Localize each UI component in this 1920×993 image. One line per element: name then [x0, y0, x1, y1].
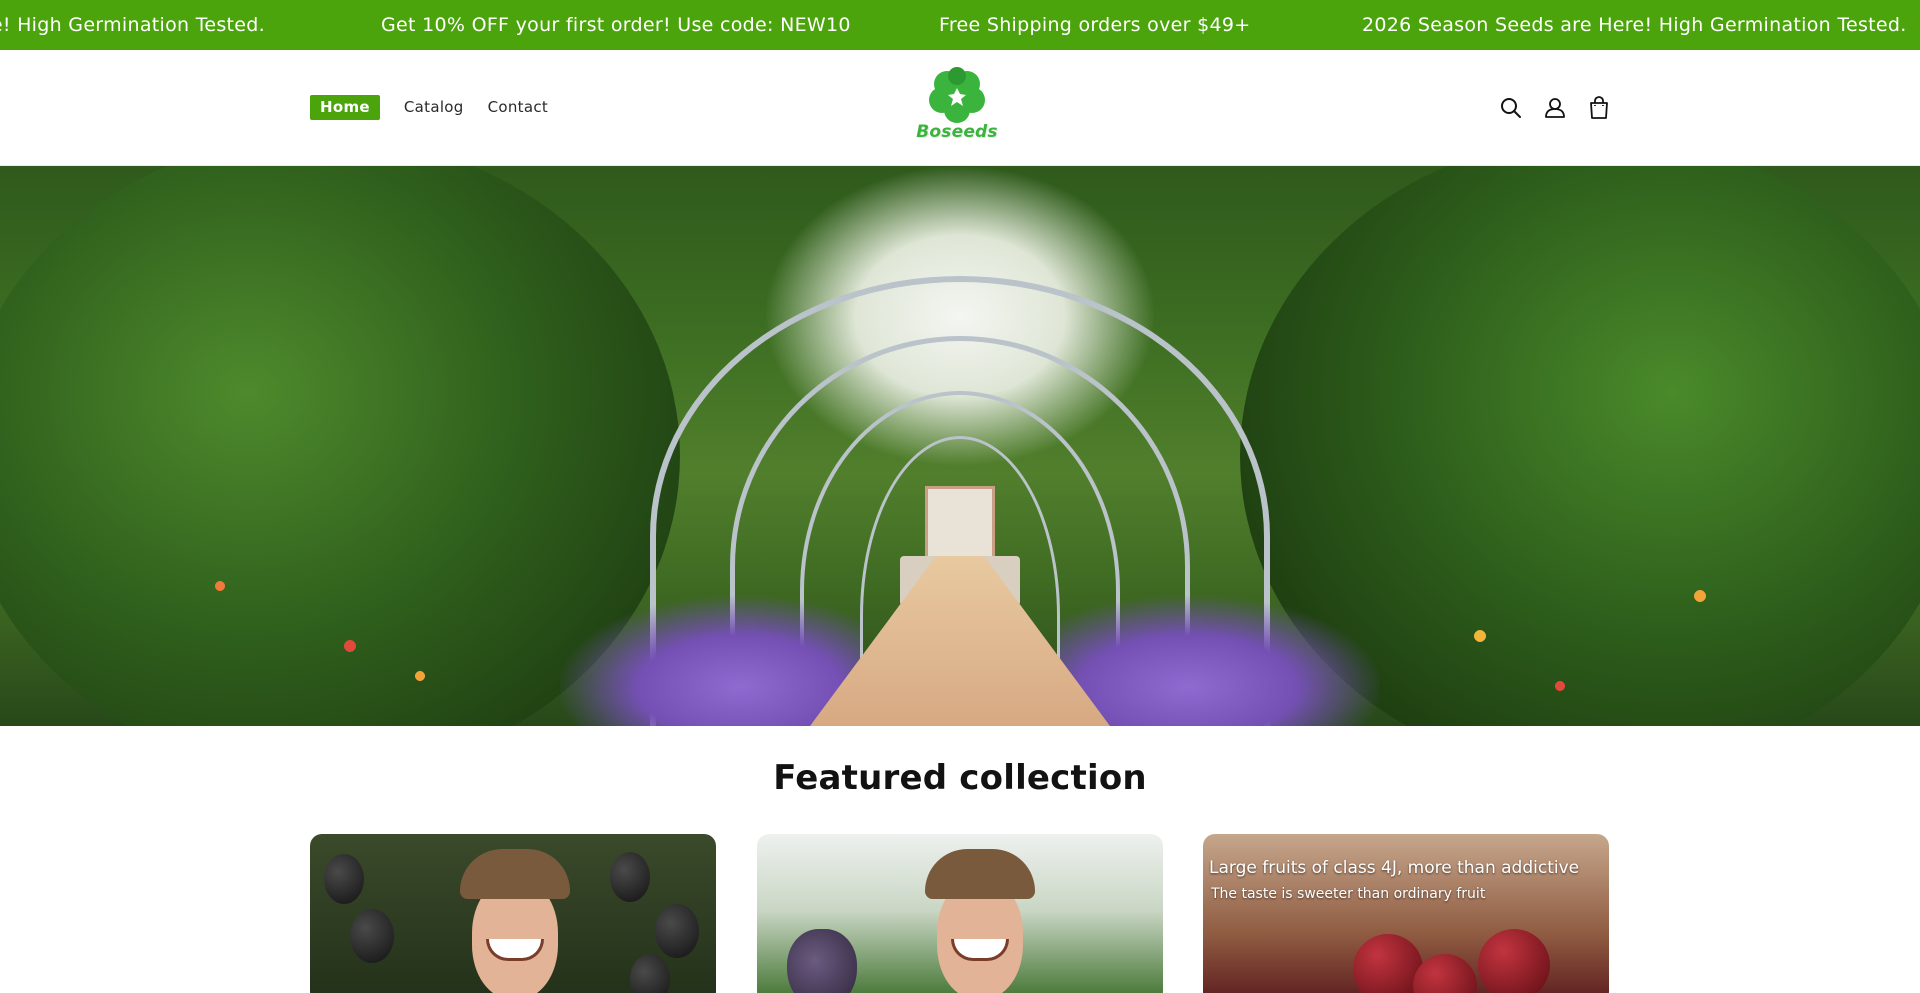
nav-catalog-link[interactable]: Catalog [404, 95, 464, 120]
card-caption-title: Large fruits of class 4J, more than addi… [1209, 858, 1580, 878]
logo-text: Boseeds [916, 122, 998, 142]
farmer-photo [460, 849, 570, 993]
announcement-message: Get 10% OFF your first order! Use code: … [381, 14, 851, 36]
flower-accents [0, 526, 1920, 726]
farmer-photo [925, 849, 1035, 993]
site-header: Home Catalog Contact Boseeds [0, 50, 1920, 166]
hero-banner-image [0, 166, 1920, 726]
site-logo[interactable]: Boseeds [914, 66, 1000, 148]
account-icon[interactable] [1542, 95, 1568, 121]
nav-home-link[interactable]: Home [310, 95, 380, 120]
cherry [1413, 954, 1477, 993]
black-fruit [655, 904, 699, 958]
dark-strawberry [787, 929, 857, 993]
clover-logo-icon [929, 67, 985, 123]
announcement-message: 2026 Season Seeds are Here! High Germina… [0, 14, 265, 36]
announcement-message: Free Shipping orders over $49+ [939, 14, 1251, 36]
black-fruit [350, 909, 394, 963]
main-nav: Home Catalog Contact [310, 95, 572, 120]
black-fruit [630, 954, 670, 993]
product-card[interactable] [757, 834, 1163, 993]
product-card[interactable] [310, 834, 716, 993]
nav-contact-link[interactable]: Contact [488, 95, 548, 120]
cherry [1478, 929, 1550, 993]
card-caption-subtitle: The taste is sweeter than ordinary fruit [1211, 886, 1486, 902]
featured-collection-title: Featured collection [773, 758, 1147, 798]
product-card[interactable]: Large fruits of class 4J, more than addi… [1203, 834, 1609, 993]
search-icon[interactable] [1498, 95, 1524, 121]
cart-icon[interactable] [1586, 95, 1612, 121]
header-icons [1498, 95, 1630, 121]
black-fruit [610, 852, 650, 902]
announcement-bar: 2026 Season Seeds are Here! High Germina… [0, 0, 1920, 50]
black-fruit [324, 854, 364, 904]
announcement-message: 2026 Season Seeds are Here! High Germina… [1362, 14, 1907, 36]
